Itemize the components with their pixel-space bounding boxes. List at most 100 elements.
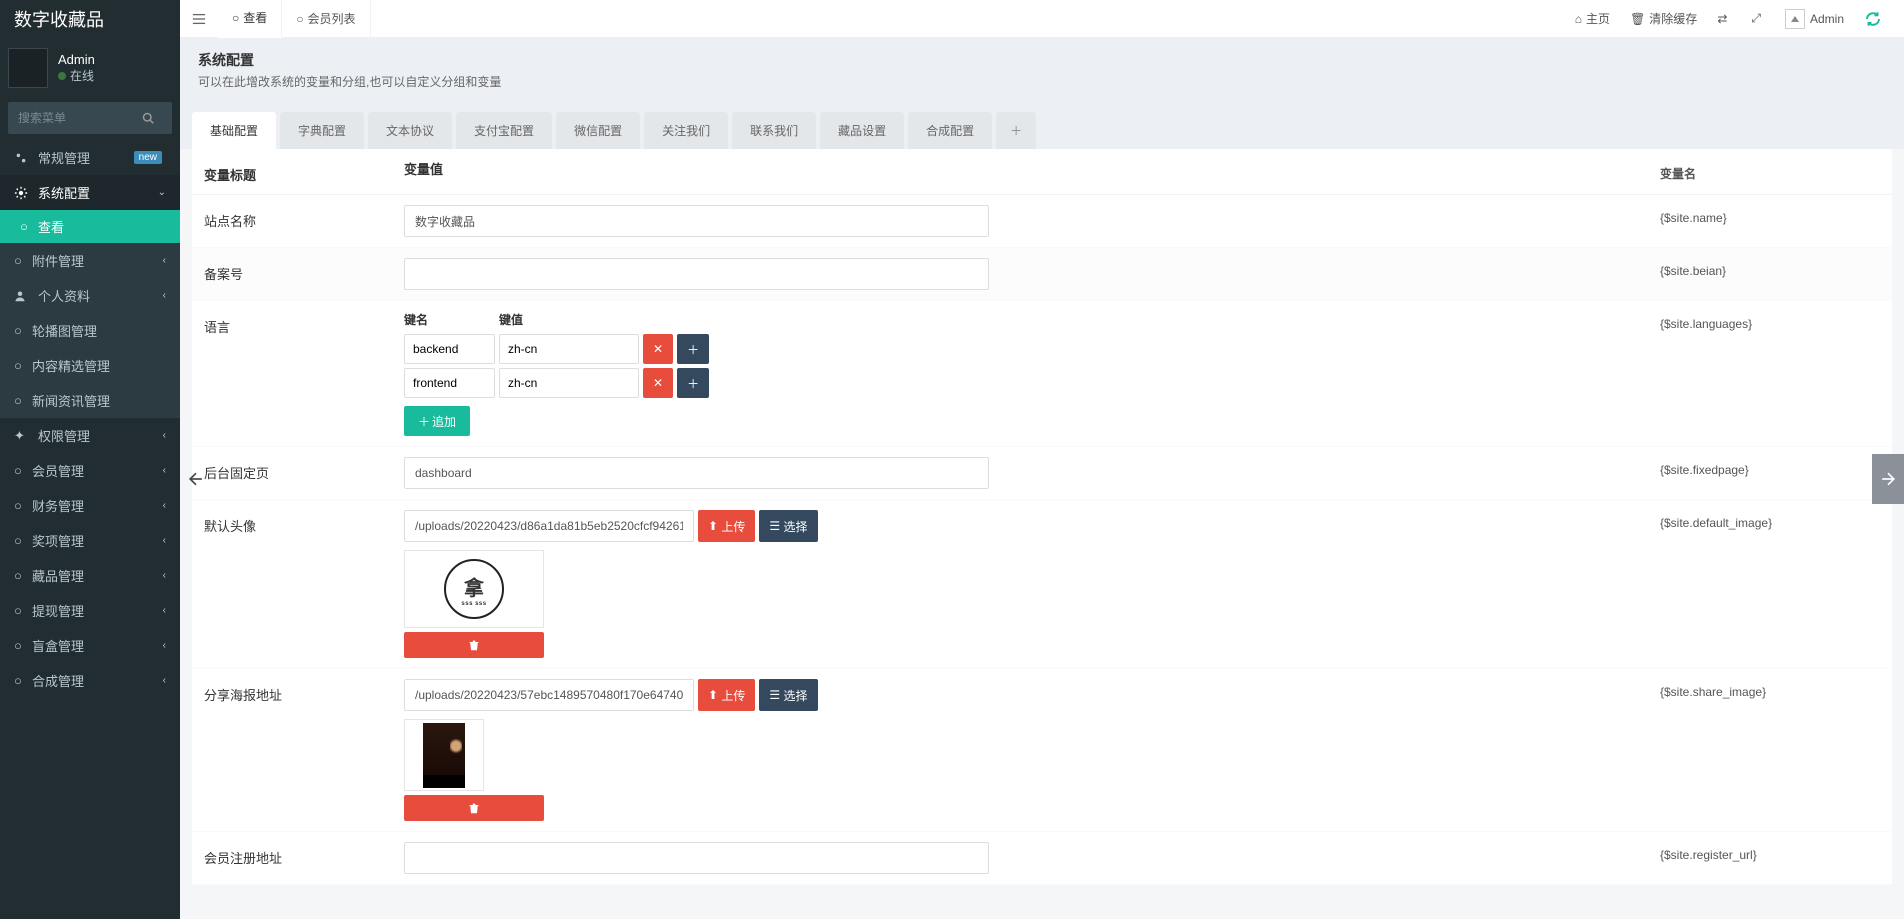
remove-kv-button[interactable]: ✕ [643,368,673,398]
fixedpage-input[interactable] [404,457,989,489]
ctab-basic[interactable]: 基础配置 [192,112,276,149]
circle-icon: ○ [14,603,24,618]
upload-button[interactable]: ⬆ 上传 [698,510,755,542]
lang-key-input[interactable] [404,368,495,398]
select-button[interactable]: ☰ 选择 [759,679,817,711]
chevron-left-icon: ‹ [163,605,166,616]
tab-label: 会员列表 [308,10,356,27]
circle-icon: ○ [14,568,24,583]
circle-icon: ○ [14,498,24,513]
ctab-dict[interactable]: 字典配置 [280,112,364,149]
cogs-icon [14,151,32,165]
nav-user[interactable]: Admin [1775,0,1854,38]
remove-kv-button[interactable]: ✕ [643,334,673,364]
default-image-input[interactable] [404,510,694,542]
tab-view[interactable]: ○ 查看 [218,0,282,38]
lang-val-input[interactable] [499,368,639,398]
config-tabs: 基础配置 字典配置 文本协议 支付宝配置 微信配置 关注我们 联系我们 藏品设置… [180,102,1904,149]
ctab-contact[interactable]: 联系我们 [732,112,816,149]
menu-profile[interactable]: 个人资料 ‹ [0,278,180,313]
circle-icon: ○ [296,12,303,26]
row-title: 会员注册地址 [204,842,404,867]
menu-compose[interactable]: ○ 合成管理 ‹ [0,663,180,698]
chevron-left-icon: ‹ [163,570,166,581]
page-title: 系统配置 [198,50,1886,70]
ctab-collection[interactable]: 藏品设置 [820,112,904,149]
content-area: 系统配置 可以在此增改系统的变量和分组,也可以自定义分组和变量 基础配置 字典配… [180,38,1904,919]
row-beian: 备案号 {$site.beian} [192,248,1892,301]
add-kv-button[interactable]: ＋ [677,368,709,398]
tab-label: 查看 [243,9,267,26]
submenu-content[interactable]: ○ 内容精选管理 [0,348,180,383]
nav-lang[interactable]: ⇄ [1707,0,1741,38]
beian-input[interactable] [404,258,989,290]
share-image-input[interactable] [404,679,694,711]
submenu-news[interactable]: ○ 新闻资讯管理 [0,383,180,418]
menu-collections[interactable]: ○ 藏品管理 ‹ [0,558,180,593]
nav-fullscreen[interactable]: ⤢ [1741,0,1775,38]
register-url-input[interactable] [404,842,989,874]
site-name-input[interactable] [404,205,989,237]
trash-icon [468,802,480,814]
hamburger-button[interactable] [180,0,218,38]
delete-image-button[interactable] [404,632,544,658]
lang-key-input[interactable] [404,334,495,364]
menu-permission[interactable]: ✦ 权限管理 ‹ [0,418,180,453]
prev-arrow-button[interactable] [180,454,212,504]
add-kv-button[interactable]: ＋ [677,334,709,364]
menu-finance[interactable]: ○ 财务管理 ‹ [0,488,180,523]
menu-attachment[interactable]: ○ 附件管理 ‹ [0,243,180,278]
plus-icon: ＋ [687,341,699,358]
chevron-left-icon: ‹ [163,500,166,511]
next-arrow-button[interactable] [1872,454,1904,504]
menu-withdraw[interactable]: ○ 提现管理 ‹ [0,593,180,628]
row-share-image: 分享海报地址 ⬆ 上传 ☰ 选择 [192,669,1892,832]
user-panel: Admin 在线 [0,38,180,96]
user-status: 在线 [58,67,95,84]
sidebar: 数字收藏品 Admin 在线 常规管理 new [0,0,180,919]
upload-icon: ⬆ [708,688,718,702]
menu-sysconfig[interactable]: 系统配置 ⌄ [0,175,180,210]
row-title: 站点名称 [204,205,404,230]
nav-clear-cache[interactable]: 🗑 清除缓存 [1620,0,1707,38]
delete-image-button[interactable] [404,795,544,821]
ctab-follow[interactable]: 关注我们 [644,112,728,149]
select-button[interactable]: ☰ 选择 [759,510,817,542]
ctab-alipay[interactable]: 支付宝配置 [456,112,552,149]
image-thumbnail: 拿sss sss [404,550,544,628]
ctab-compose[interactable]: 合成配置 [908,112,992,149]
arrow-right-icon [1878,469,1898,489]
menu-blindbox[interactable]: ○ 盲盒管理 ‹ [0,628,180,663]
ctab-text[interactable]: 文本协议 [368,112,452,149]
ctab-wechat[interactable]: 微信配置 [556,112,640,149]
submenu-label: 查看 [38,217,166,236]
row-title: 分享海报地址 [204,679,404,704]
submenu-label: 新闻资讯管理 [32,391,166,410]
sidebar-search-button[interactable] [142,102,172,134]
plus-icon: ＋ [418,413,430,430]
search-icon [142,112,154,124]
lang-val-input[interactable] [499,334,639,364]
menu-general[interactable]: 常规管理 new [0,140,180,175]
logo-preview: 拿sss sss [444,559,504,619]
submenu-carousel[interactable]: ○ 轮播图管理 [0,313,180,348]
var-name: {$site.beian} [1660,258,1880,278]
append-button[interactable]: ＋追加 [404,406,470,436]
menu-awards[interactable]: ○ 奖项管理 ‹ [0,523,180,558]
avatar-icon [1785,9,1805,29]
ctab-add[interactable]: ＋ [996,112,1036,149]
upload-button[interactable]: ⬆ 上传 [698,679,755,711]
nav-refresh[interactable] [1854,0,1896,38]
chevron-left-icon: ‹ [163,290,166,301]
tab-members[interactable]: ○ 会员列表 [282,0,370,38]
close-icon: ✕ [653,376,663,390]
plus-icon: ＋ [687,375,699,392]
menu-members[interactable]: ○ 会员管理 ‹ [0,453,180,488]
nav-home[interactable]: ⌂ 主页 [1565,0,1620,38]
submenu-view[interactable]: ○ 查看 [0,210,180,243]
user-name: Admin [58,52,95,67]
refresh-icon [1864,8,1886,30]
circle-icon: ○ [14,323,24,338]
trash-icon [468,639,480,651]
menu-label: 常规管理 [38,148,134,167]
